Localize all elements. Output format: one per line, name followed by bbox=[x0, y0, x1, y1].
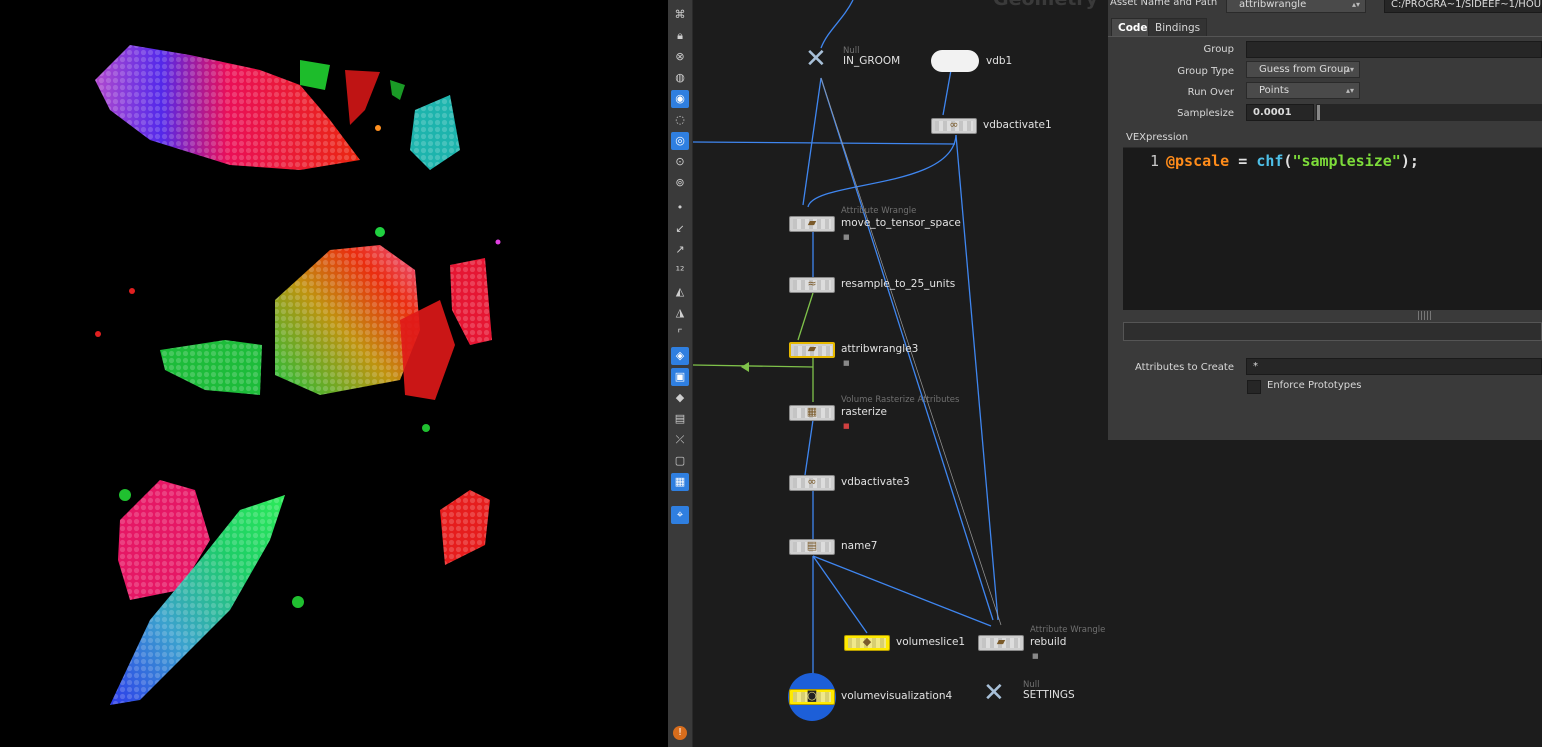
node-label: rebuild bbox=[1030, 636, 1067, 648]
asset-name-field[interactable]: attribwrangle ▴▾ bbox=[1226, 0, 1366, 13]
ghost-icon[interactable]: ⊗ bbox=[671, 48, 689, 66]
render-region-icon[interactable]: ▦ bbox=[671, 473, 689, 491]
camera-icon[interactable]: ◎ bbox=[671, 132, 689, 150]
node-label: vdb1 bbox=[986, 55, 1013, 67]
bounds-icon[interactable]: ⌜ bbox=[671, 325, 689, 343]
vex-code-editor[interactable]: 1 @pscale = chf("samplesize"); bbox=[1123, 147, 1542, 310]
point-number-icon[interactable]: ¹² bbox=[671, 262, 689, 280]
lock-icon: ■ bbox=[843, 233, 850, 241]
node-label: rasterize bbox=[841, 406, 888, 418]
vdb-icon: ∞ bbox=[807, 475, 817, 488]
wireframe-icon[interactable]: ▣ bbox=[671, 368, 689, 386]
flipbook-icon[interactable]: ⊚ bbox=[671, 174, 689, 192]
samplesize-slider[interactable] bbox=[1316, 104, 1542, 121]
slice-icon: ◆ bbox=[862, 635, 872, 648]
network-editor[interactable]: Geometry ✕ Null IN_G bbox=[693, 0, 1108, 747]
run-over-dropdown[interactable]: Points ▴▾ bbox=[1246, 82, 1360, 99]
cloud-icon bbox=[931, 50, 979, 72]
parameter-pane: Asset Name and Path attribwrangle ▴▾ C:/P… bbox=[1108, 0, 1542, 441]
parameter-pane-empty bbox=[1108, 440, 1542, 747]
wrangle-icon: ▰ bbox=[996, 635, 1006, 648]
shading-icon[interactable]: ◍ bbox=[671, 69, 689, 87]
node-label: resample_to_25_units bbox=[841, 278, 956, 290]
null-icon: ✕ bbox=[983, 678, 1005, 708]
headlight-icon[interactable]: ◌ bbox=[671, 111, 689, 129]
lock-icon: ■ bbox=[1032, 652, 1039, 660]
samplesize-field[interactable]: 0.0001 bbox=[1246, 104, 1314, 121]
snapshot-icon[interactable]: ▤ bbox=[671, 410, 689, 428]
lock-icon: ■ bbox=[843, 422, 850, 430]
node-label: vdbactivate1 bbox=[983, 119, 1052, 131]
point-cloud bbox=[95, 45, 501, 705]
node-label: SETTINGS bbox=[1023, 689, 1075, 701]
display-options-icon[interactable]: ⌘ bbox=[671, 6, 689, 24]
visualize-icon: ◙ bbox=[806, 689, 818, 702]
run-over-label: Run Over bbox=[1187, 87, 1234, 98]
handle-icon[interactable]: ⤫ bbox=[671, 431, 689, 449]
null-icon: ✕ bbox=[805, 44, 827, 74]
attributes-to-create-label: Attributes to Create bbox=[1135, 362, 1234, 373]
group-type-label: Group Type bbox=[1177, 66, 1234, 77]
asset-path-field[interactable]: C:/PROGRA~1/SIDEEF~1/HOUDIN bbox=[1384, 0, 1542, 13]
camera-view-icon[interactable]: ⊙ bbox=[671, 153, 689, 171]
attributes-to-create-field[interactable]: * bbox=[1246, 358, 1542, 375]
code-line: @pscale = chf("samplesize"); bbox=[1166, 152, 1419, 170]
editor-resize-handle[interactable] bbox=[1418, 311, 1432, 320]
wrangle-icon: ▰ bbox=[807, 342, 817, 355]
prim-display-icon[interactable]: ◭ bbox=[671, 283, 689, 301]
grid-icon[interactable]: ◆ bbox=[671, 389, 689, 407]
node-label: attribwrangle3 bbox=[841, 343, 919, 355]
node-label: name7 bbox=[841, 540, 878, 552]
light-icon[interactable]: ◉ bbox=[671, 90, 689, 108]
volume-icon: ▦ bbox=[806, 405, 818, 418]
vector-display-icon[interactable]: ↗ bbox=[671, 241, 689, 259]
template-icon[interactable]: ◈ bbox=[671, 347, 689, 365]
resample-icon: ≈ bbox=[807, 277, 817, 290]
node-label: IN_GROOM bbox=[843, 55, 901, 67]
samplesize-label: Samplesize bbox=[1177, 108, 1234, 119]
slider-handle[interactable] bbox=[1317, 105, 1320, 120]
normal-display-icon[interactable]: ↙ bbox=[671, 220, 689, 238]
node-label: volumeslice1 bbox=[896, 636, 966, 648]
asset-name-label: Asset Name and Path bbox=[1110, 0, 1218, 8]
line-number: 1 bbox=[1150, 152, 1160, 170]
lock-icon[interactable]: 🔒︎ bbox=[671, 27, 689, 45]
vexpression-label: VEXpression bbox=[1126, 132, 1189, 143]
enforce-prototypes-label: Enforce Prototypes bbox=[1267, 380, 1362, 391]
viewport[interactable] bbox=[0, 0, 668, 747]
point-display-icon[interactable]: • bbox=[671, 199, 689, 217]
group-label: Group bbox=[1203, 44, 1234, 55]
tab-bindings[interactable]: Bindings bbox=[1148, 18, 1208, 38]
node-label: vdbactivate3 bbox=[841, 476, 910, 488]
node-label: volumevisualization4 bbox=[841, 690, 953, 702]
editor-status-bar bbox=[1123, 322, 1542, 341]
viewport-toolbar: ⌘ 🔒︎ ⊗ ◍ ◉ ◌ ◎ ⊙ ⊚ • ↙ ↗ ¹² ◭ ◮ ⌜ ◈ ▣ ◆ … bbox=[668, 0, 693, 747]
group-type-dropdown[interactable]: Guess from Group ▴▾ bbox=[1246, 61, 1360, 78]
node-label: move_to_tensor_space bbox=[841, 217, 961, 229]
lock-icon: ■ bbox=[843, 359, 850, 367]
wrangle-icon: ▰ bbox=[807, 216, 817, 229]
warning-icon[interactable]: ! bbox=[673, 726, 687, 740]
enforce-prototypes-checkbox[interactable] bbox=[1247, 380, 1261, 394]
prim-number-icon[interactable]: ◮ bbox=[671, 304, 689, 322]
name-icon: ▤ bbox=[806, 539, 818, 552]
group-field[interactable] bbox=[1246, 41, 1542, 58]
pin-icon[interactable]: ⌖ bbox=[671, 506, 689, 524]
isolate-icon[interactable]: ▢ bbox=[671, 452, 689, 470]
vdb-icon: ∞ bbox=[949, 118, 959, 131]
